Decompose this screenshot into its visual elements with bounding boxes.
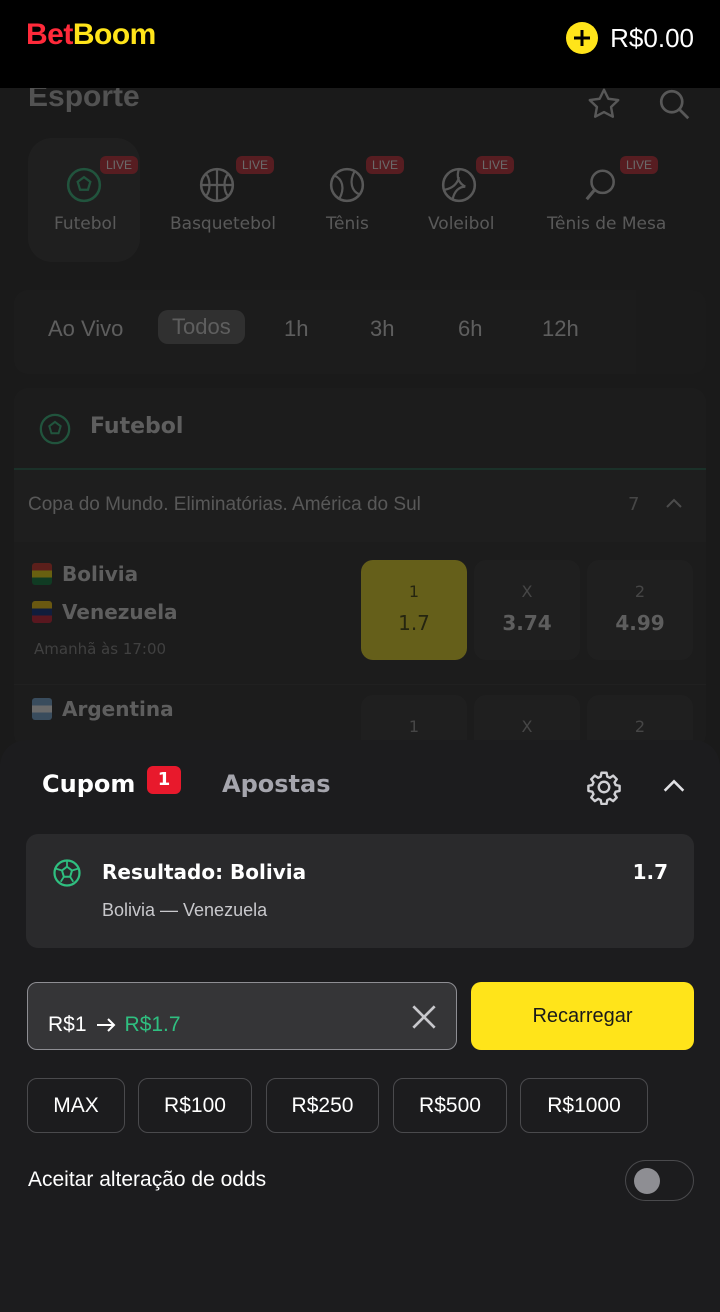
search-icon[interactable]: [656, 86, 692, 122]
flag-icon: [32, 563, 52, 585]
section-header: Futebol: [14, 388, 706, 470]
odd-value: 4.99: [615, 611, 665, 635]
section-title: Futebol: [90, 414, 184, 439]
team-home: Argentina: [32, 697, 174, 721]
volleyball-icon: [441, 167, 477, 203]
flag-icon: [32, 698, 52, 720]
league-name: Copa do Mundo. Eliminatórias. América do…: [28, 494, 421, 515]
odd-value: 3.74: [502, 611, 552, 635]
odd-value: 1.7: [398, 611, 430, 635]
match-row[interactable]: Bolivia Venezuela Amanhã às 17:00 1 1.7 …: [14, 544, 706, 684]
basketball-icon: [199, 167, 235, 203]
logo-bet: Bet: [26, 18, 73, 51]
soccer-ball-icon: [39, 413, 71, 445]
quick-amount-1000[interactable]: R$1000: [520, 1078, 648, 1133]
odd-button-2[interactable]: 2 4.99: [587, 560, 693, 660]
soccer-ball-icon: [53, 859, 81, 887]
flag-icon: [32, 601, 52, 623]
filter-3h[interactable]: 3h: [370, 316, 394, 342]
stake-input[interactable]: R$1 R$1.7: [27, 982, 457, 1050]
quick-amount-500[interactable]: R$500: [393, 1078, 507, 1133]
team-name: Argentina: [62, 697, 174, 721]
events-card: Futebol Copa do Mundo. Eliminatórias. Am…: [14, 388, 706, 748]
chevron-up-icon[interactable]: [660, 772, 688, 800]
star-icon[interactable]: [586, 86, 622, 122]
stake-value: R$1 R$1.7: [48, 1013, 181, 1037]
bet-event: Bolivia — Venezuela: [102, 900, 268, 920]
quick-amount-max[interactable]: MAX: [27, 1078, 125, 1133]
bet-market-title: Resultado: Bolivia: [102, 860, 307, 884]
team-away: Venezuela: [32, 600, 178, 624]
odd-button-x[interactable]: X 3.74: [474, 560, 580, 660]
filter-todos[interactable]: Todos: [158, 310, 245, 344]
toggle-knob: [634, 1168, 660, 1194]
logo-boom: Boom: [72, 18, 157, 51]
bet-odd: 1.7: [632, 860, 668, 884]
sport-label: Basquetebol: [170, 214, 277, 234]
potential-win: R$1.7: [124, 1013, 181, 1036]
live-badge: LIVE: [100, 156, 139, 174]
sport-tab-tenis[interactable]: LIVE Tênis: [308, 138, 405, 262]
time-filter-bar: Ao Vivo Todos 1h 3h 6h 12h: [14, 290, 706, 374]
soccer-ball-icon: [66, 167, 102, 203]
team-home: Bolivia: [32, 562, 138, 586]
sport-label: Voleibol: [428, 214, 495, 234]
table-tennis-icon: [585, 169, 615, 201]
odd-key: X: [521, 582, 533, 601]
chevron-up-icon[interactable]: [662, 492, 686, 516]
top-header: BetBoom R$0.00: [0, 0, 720, 88]
close-icon[interactable]: [408, 1001, 440, 1033]
live-badge: LIVE: [236, 156, 275, 174]
odd-key: 1: [408, 582, 420, 601]
tab-cupom[interactable]: Cupom: [42, 770, 135, 798]
accept-odds-toggle[interactable]: [625, 1160, 694, 1201]
team-name: Venezuela: [62, 600, 178, 624]
team-name: Bolivia: [62, 562, 139, 586]
balance-amount: R$0.00: [610, 22, 694, 53]
deposit-plus-icon[interactable]: [566, 22, 599, 54]
coupon-count-badge: 1: [147, 766, 181, 794]
live-badge: LIVE: [366, 156, 405, 174]
accept-odds-label: Aceitar alteração de odds: [28, 1168, 267, 1191]
live-badge: LIVE: [476, 156, 515, 174]
quick-amount-250[interactable]: R$250: [266, 1078, 379, 1133]
bet-coupon-sheet: Cupom 1 Apostas Resultado: Bolivia 1.7 B…: [0, 740, 720, 1312]
stake-amount: R$1: [48, 1013, 87, 1036]
odd-key: 2: [634, 582, 646, 601]
league-row[interactable]: Copa do Mundo. Eliminatórias. América do…: [14, 470, 706, 542]
league-count: 7: [628, 494, 640, 515]
gear-icon[interactable]: [586, 769, 622, 805]
match-time: Amanhã às 17:00: [34, 640, 167, 658]
sport-label: Tênis de Mesa: [547, 214, 667, 234]
arrow-right-icon: [96, 1018, 115, 1032]
odd-button-1[interactable]: 1 1.7: [361, 560, 467, 660]
filter-1h[interactable]: 1h: [284, 316, 308, 342]
sport-label: Futebol: [54, 214, 117, 234]
tab-apostas[interactable]: Apostas: [222, 770, 330, 798]
sport-tab-basquetebol[interactable]: LIVE Basquetebol: [168, 138, 276, 262]
quick-amount-100[interactable]: R$100: [138, 1078, 252, 1133]
filter-6h[interactable]: 6h: [458, 316, 482, 342]
odd-key: 2: [634, 717, 646, 736]
sport-tab-voleibol[interactable]: LIVE Voleibol: [420, 138, 520, 262]
tennis-ball-icon: [329, 167, 365, 203]
sport-tab-futebol[interactable]: LIVE Futebol: [28, 138, 140, 262]
recharge-button[interactable]: Recarregar: [471, 982, 694, 1050]
match-row[interactable]: Argentina 1 X 2: [14, 684, 706, 748]
balance[interactable]: R$0.00: [566, 22, 694, 54]
odd-key: 1: [408, 717, 420, 736]
filter-12h[interactable]: 12h: [542, 316, 579, 342]
brand-logo[interactable]: BetBoom: [26, 18, 156, 52]
filter-ao-vivo[interactable]: Ao Vivo: [48, 316, 123, 342]
odd-key: X: [521, 717, 533, 736]
bet-selection-card[interactable]: Resultado: Bolivia 1.7 Bolivia — Venezue…: [26, 834, 694, 948]
sports-carousel: LIVE Futebol LIVE Basquetebol LIVE Tênis…: [0, 138, 720, 262]
sport-label: Tênis: [326, 214, 369, 234]
sport-tab-tenis-de-mesa[interactable]: LIVE Tênis de Mesa: [540, 138, 670, 262]
live-badge: LIVE: [620, 156, 659, 174]
